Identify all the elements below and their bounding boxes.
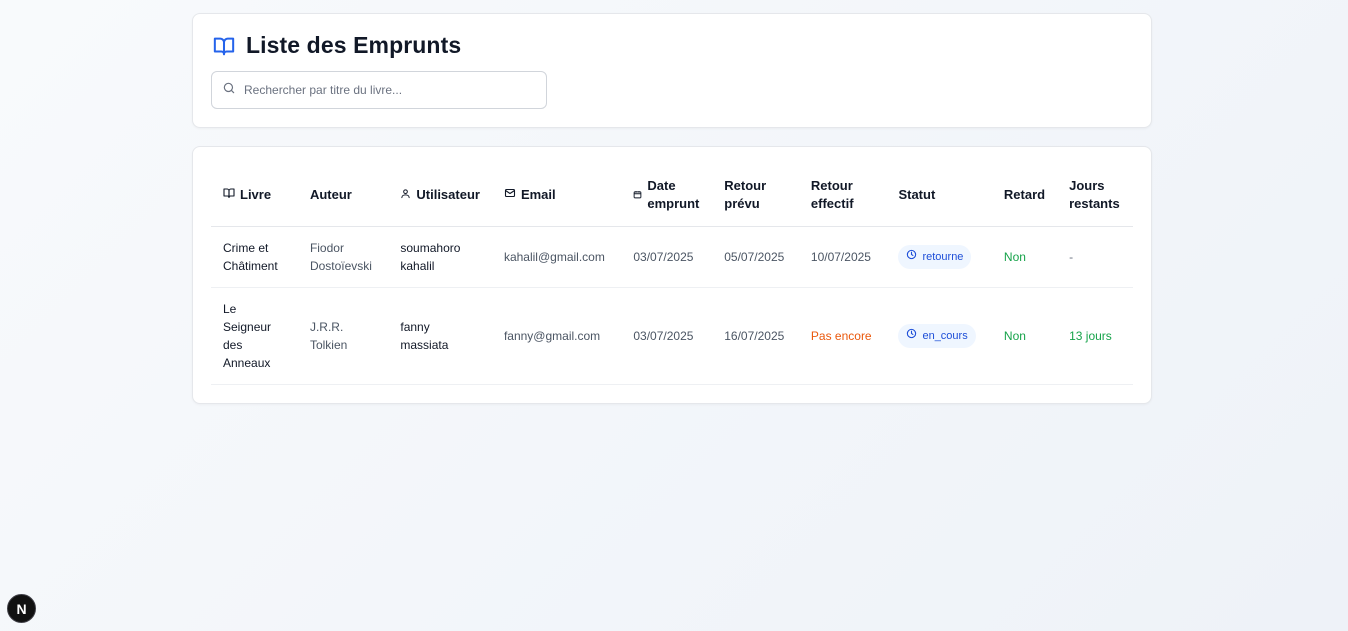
col-utilisateur: Utilisateur: [388, 165, 492, 226]
cell-retard: Non: [1003, 328, 1026, 343]
book-open-icon: [212, 35, 236, 57]
cell-retour-effectif: Pas encore: [810, 328, 872, 343]
col-livre: Livre: [211, 165, 298, 226]
header-card: Liste des Emprunts: [192, 13, 1152, 128]
loans-table: Livre Auteur Utilisateur Email Date empr…: [211, 165, 1133, 385]
cell-utilisateur: soumahoro kahalil: [400, 240, 461, 273]
cell-statut: retourne: [886, 226, 991, 287]
col-statut: Statut: [898, 187, 936, 203]
book-icon: [223, 186, 235, 204]
user-icon: [400, 186, 411, 204]
cell-date-emprunt: 03/07/2025: [633, 249, 694, 264]
table-header-row: Livre Auteur Utilisateur Email Date empr…: [211, 165, 1133, 226]
search-input[interactable]: [244, 83, 546, 97]
cell-date-emprunt: 03/07/2025: [633, 328, 694, 343]
dev-tools-button[interactable]: N: [7, 594, 36, 623]
col-utilisateur-label: Utilisateur: [416, 187, 480, 203]
col-retour-prevu: Retour prévu: [724, 178, 767, 212]
cell-livre: Crime et Châtiment: [223, 240, 278, 273]
search-icon: [222, 81, 236, 100]
cell-auteur: Fiodor Dostoïevski: [309, 240, 372, 273]
title-row: Liste des Emprunts: [212, 32, 461, 59]
cell-jours-restants: -: [1069, 249, 1074, 264]
cell-utilisateur: fanny massiata: [400, 319, 449, 352]
col-livre-label: Livre: [240, 187, 272, 203]
cell-jours-restants: 13 jours: [1069, 328, 1112, 343]
col-date-emprunt: Date emprunt: [621, 165, 712, 226]
col-auteur: Auteur: [309, 187, 352, 203]
table-row: Le Seigneur des Anneaux J.R.R. Tolkien f…: [211, 287, 1133, 384]
cell-retour-prevu: 16/07/2025: [724, 328, 785, 343]
page-title: Liste des Emprunts: [246, 32, 462, 58]
calendar-icon: [633, 186, 642, 204]
col-retour-effectif: Retour effectif: [810, 178, 854, 212]
table-card: Livre Auteur Utilisateur Email Date empr…: [192, 146, 1152, 404]
search-box[interactable]: [211, 71, 547, 109]
status-badge-label: en_cours: [922, 329, 968, 342]
col-retard: Retard: [1003, 187, 1046, 203]
cell-livre: Le Seigneur des Anneaux: [223, 301, 272, 370]
cell-retard: Non: [1003, 249, 1026, 264]
cell-retour-effectif: 10/07/2025: [810, 249, 871, 264]
status-badge-label: retourne: [922, 250, 964, 263]
cell-email: kahalil@gmail.com: [503, 249, 605, 264]
col-date-emprunt-label: Date emprunt: [647, 178, 700, 212]
dev-tools-label: N: [16, 600, 27, 617]
table-row: Crime et Châtiment Fiodor Dostoïevski so…: [211, 226, 1133, 287]
cell-statut: en_cours: [886, 287, 991, 384]
col-email: Email: [492, 165, 621, 226]
status-badge: en_cours: [898, 323, 976, 348]
cell-retour-prevu: 05/07/2025: [724, 249, 785, 264]
clock-icon: [906, 248, 917, 266]
clock-icon: [906, 327, 917, 345]
cell-auteur: J.R.R. Tolkien: [309, 319, 348, 352]
mail-icon: [504, 186, 516, 204]
cell-email: fanny@gmail.com: [503, 328, 601, 343]
col-email-label: Email: [520, 187, 556, 203]
status-badge: retourne: [898, 244, 972, 269]
col-jours-restants: Jours restants: [1069, 178, 1120, 212]
